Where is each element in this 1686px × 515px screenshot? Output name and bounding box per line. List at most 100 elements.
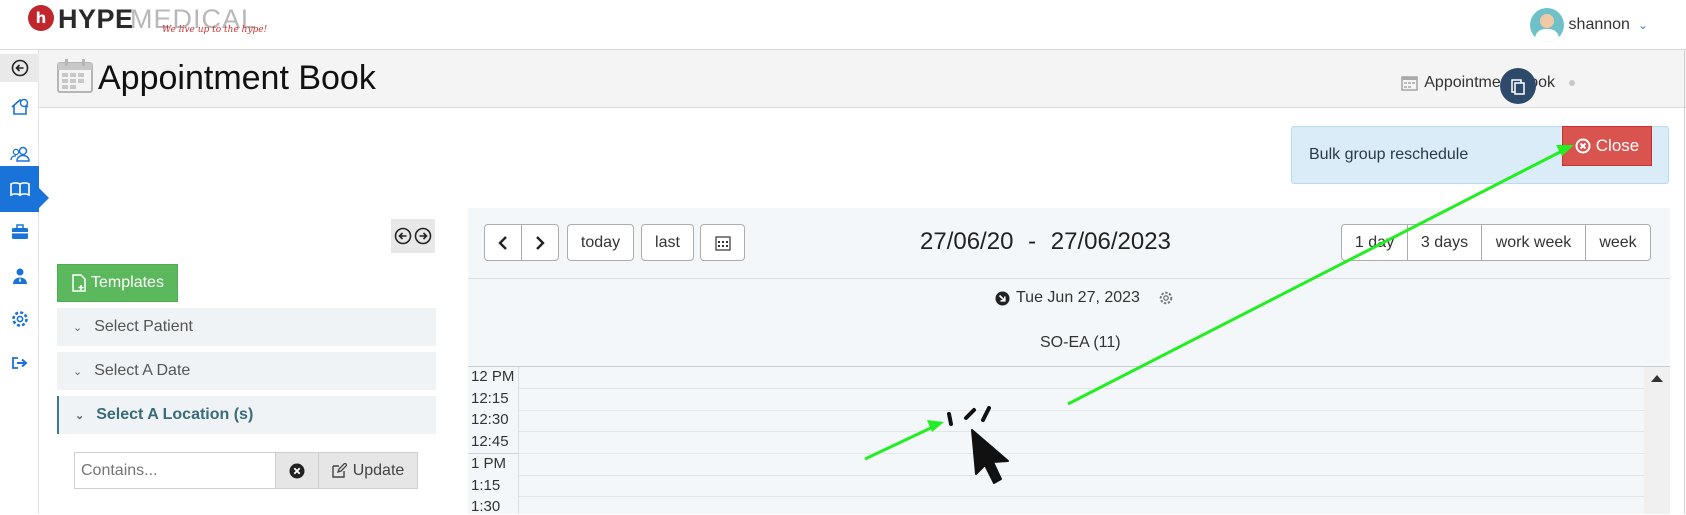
top-bar: h HYPE MEDICAL We live up to the hype! s… [0, 0, 1686, 50]
slot-label: 1:30 [471, 498, 501, 515]
view-switcher: 1 day 3 days work week week [1341, 224, 1651, 261]
chevron-down-icon[interactable]: ⌄ [1638, 18, 1648, 32]
avatar[interactable] [1529, 8, 1564, 42]
accordion-select-date[interactable]: ⌄ Select A Date [57, 352, 436, 390]
slot-line [519, 453, 1645, 454]
prev-button[interactable] [484, 224, 522, 261]
page-title: Appointment Book [98, 59, 376, 97]
alert-text: Bulk group reschedule [1309, 146, 1469, 163]
close-button[interactable]: Close [1562, 126, 1652, 166]
last-button[interactable]: last [641, 224, 694, 261]
templates-label: Templates [91, 274, 164, 291]
arrow-circle-left-icon[interactable] [394, 227, 412, 245]
close-circle-icon [289, 463, 305, 478]
day-label[interactable]: Tue Jun 27, 2023 [995, 289, 1174, 307]
slot-label: 1 PM [471, 455, 507, 472]
slot-label: 12:30 [471, 411, 509, 428]
slot-line [519, 431, 1645, 432]
sidebar-item-home[interactable] [0, 84, 39, 130]
calendar-small-icon [1401, 76, 1418, 91]
user-name: shannon [1568, 16, 1630, 33]
accordion-label: Select A Date [94, 362, 191, 379]
view-week-button[interactable]: week [1585, 224, 1651, 261]
today-button[interactable]: today [567, 224, 634, 261]
slot-line [519, 496, 1645, 497]
clipboard-button[interactable] [1500, 68, 1536, 104]
accordion-select-patient[interactable]: ⌄ Select Patient [57, 308, 436, 346]
date-range-start: 27/06/20 - [920, 228, 1037, 255]
accordion-select-location[interactable]: ⌄ Select A Location (s) [57, 396, 436, 434]
slot-label: 12:15 [471, 390, 509, 407]
sidebar-item-staff[interactable] [0, 253, 39, 299]
users-icon [9, 146, 30, 162]
view-work-week-button[interactable]: work week [1481, 224, 1586, 261]
calendar: today last 27/06/20 - 27/06/2023 1 day 3… [468, 208, 1670, 515]
sidebar-item-appointment-book[interactable] [0, 166, 39, 212]
logo-name-bold: HYPE [58, 4, 134, 34]
arrow-circle-right-icon[interactable] [414, 227, 432, 245]
slot-line [519, 388, 1645, 389]
time-axis: 12 PM 12:15 12:30 12:45 1 PM 1:15 1:30 [468, 367, 519, 515]
slot-label: 1:15 [471, 477, 501, 494]
arrow-circle-left-icon [11, 59, 28, 77]
slot-label: 12:45 [471, 433, 509, 450]
hour-line [468, 453, 519, 454]
sidebar-item-briefcase[interactable] [0, 209, 39, 255]
page-divider [1684, 50, 1685, 514]
active-item-pointer [39, 188, 49, 208]
chevron-down-icon: ⌄ [73, 321, 83, 334]
sidebar [0, 50, 39, 514]
sign-out-icon [11, 357, 28, 369]
view-1-day-button[interactable]: 1 day [1341, 224, 1408, 261]
scroll-up-arrow[interactable] [1651, 375, 1663, 382]
chevron-right-icon [536, 235, 545, 250]
chevron-down-icon: ⌄ [73, 365, 83, 378]
book-icon [9, 182, 30, 197]
home-icon [10, 98, 29, 115]
day-header: Tue Jun 27, 2023 SO-EA (11) [468, 279, 1670, 367]
file-add-icon [72, 274, 86, 292]
page-header: Appointment Book Appointment Book [39, 50, 1686, 108]
arrow-circle-down-right-icon [995, 291, 1010, 305]
update-button[interactable]: Update [318, 452, 418, 489]
templates-button[interactable]: Templates [57, 264, 178, 302]
accordion-label: Select A Location (s) [96, 406, 254, 423]
scrollbar[interactable] [1644, 367, 1670, 514]
sidebar-item-logout[interactable] [0, 340, 39, 386]
clipboard-icon [1511, 79, 1525, 95]
gear-icon [11, 311, 28, 327]
next-button[interactable] [521, 224, 559, 261]
update-label: Update [352, 461, 405, 479]
calendar-icon [56, 58, 94, 99]
gear-icon[interactable] [1158, 290, 1174, 306]
slot-line [519, 410, 1645, 411]
calendar-toolbar: today last 27/06/20 - 27/06/2023 1 day 3… [468, 208, 1670, 279]
chevron-left-icon [498, 235, 507, 250]
slot-line [519, 475, 1645, 476]
day-label-text: Tue Jun 27, 2023 [1016, 289, 1140, 306]
time-grid[interactable]: 12 PM 12:15 12:30 12:45 1 PM 1:15 1:30 [468, 367, 1670, 515]
logo-mark: h [28, 5, 54, 31]
panel-toggle[interactable] [391, 219, 435, 253]
date-range-end: 27/06/2023 [1050, 228, 1171, 255]
calendar-icon [714, 235, 731, 251]
close-button-label: Close [1595, 136, 1640, 155]
breadcrumb: Appointment Book [1401, 74, 1575, 92]
sidebar-item-settings[interactable] [0, 296, 39, 342]
close-circle-icon [1575, 138, 1591, 154]
chevron-down-icon: ⌄ [75, 409, 85, 422]
briefcase-icon [11, 224, 28, 239]
view-3-days-button[interactable]: 3 days [1407, 224, 1482, 261]
slot-label: 12 PM [471, 368, 515, 385]
edit-icon [332, 463, 347, 478]
date-picker-button[interactable] [700, 224, 745, 261]
logo-tagline: We live up to the hype! [162, 25, 268, 35]
user-tie-icon [12, 268, 27, 284]
clear-location-button[interactable] [275, 452, 319, 489]
date-range: 27/06/20 - 27/06/2023 [920, 228, 1171, 256]
collapse-sidebar-button[interactable] [0, 54, 39, 82]
location-search-input[interactable] [74, 452, 276, 489]
user-menu[interactable]: shannon ⌄ [1529, 8, 1648, 42]
resource-label: SO-EA (11) [1040, 334, 1121, 351]
accordion-label: Select Patient [94, 318, 193, 335]
